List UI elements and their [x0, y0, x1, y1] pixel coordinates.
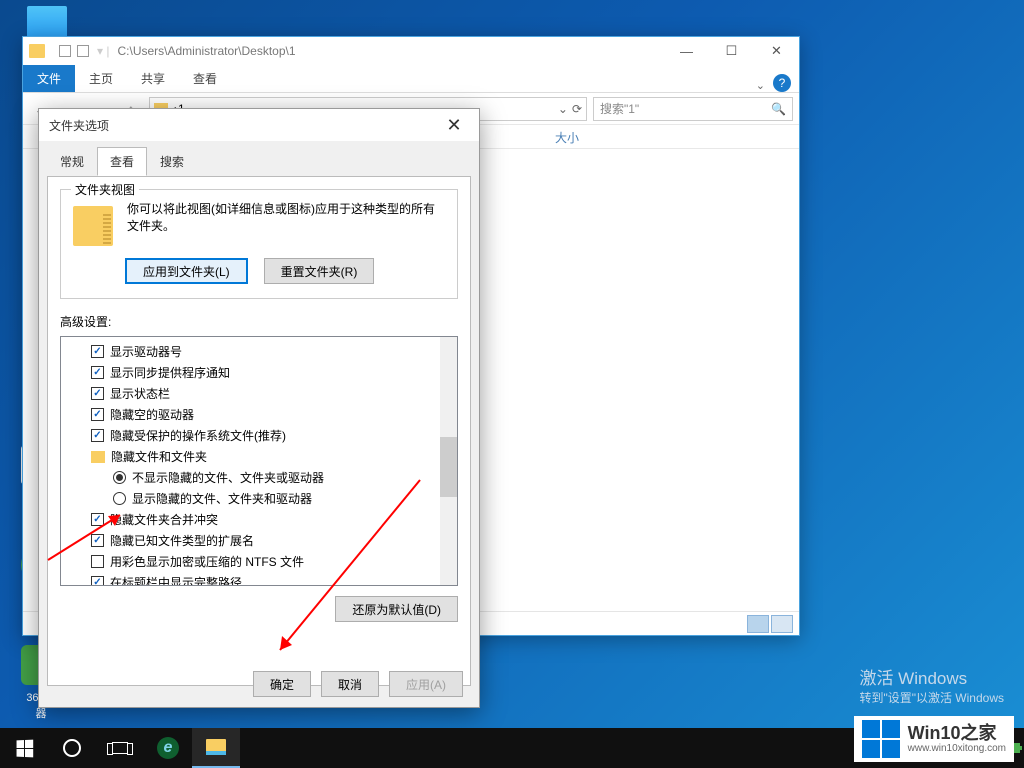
tab-search[interactable]: 搜索 [147, 147, 197, 176]
close-button[interactable]: ✕ [754, 37, 799, 65]
folder-icon [73, 206, 113, 246]
checkbox[interactable] [91, 345, 104, 358]
minimize-button[interactable]: — [664, 37, 709, 65]
dialog-titlebar[interactable]: 文件夹选项 ✕ [39, 109, 479, 141]
tab-share[interactable]: 共享 [127, 65, 179, 92]
site-logo-badge: Win10之家 www.win10xitong.com [854, 716, 1014, 762]
tab-general[interactable]: 常规 [47, 147, 97, 176]
tab-home[interactable]: 主页 [75, 65, 127, 92]
col-size: 大小 [547, 125, 799, 148]
scroll-thumb[interactable] [440, 437, 457, 497]
search-input[interactable]: 搜索"1" 🔍 [593, 97, 793, 121]
advanced-settings-list[interactable]: 显示驱动器号 显示同步提供程序通知 显示状态栏 隐藏空的驱动器 隐藏受保护的操作… [60, 336, 458, 586]
folder-options-dialog: 文件夹选项 ✕ 常规 查看 搜索 文件夹视图 你可以将此视图(如详细信息或图标)… [38, 108, 480, 708]
ribbon-tabs: 文件 主页 共享 查看 ⌄ ? [23, 65, 799, 93]
close-icon[interactable]: ✕ [439, 113, 469, 137]
checkbox[interactable] [91, 555, 104, 568]
checkbox[interactable] [91, 576, 104, 586]
reset-folders-button[interactable]: 重置文件夹(R) [264, 258, 375, 284]
checkbox[interactable] [91, 534, 104, 547]
view-details-button[interactable] [747, 615, 769, 633]
ribbon-expand-icon[interactable]: ⌄ [756, 79, 765, 92]
windows-activation-watermark: 激活 Windows 转到"设置"以激活 Windows [859, 664, 1004, 706]
checkbox[interactable] [91, 387, 104, 400]
checkbox[interactable] [91, 429, 104, 442]
taskview-button[interactable] [96, 728, 144, 768]
cortana-button[interactable] [48, 728, 96, 768]
group-legend: 文件夹视图 [71, 181, 139, 198]
search-icon: 🔍 [771, 102, 786, 116]
apply-to-folders-button[interactable]: 应用到文件夹(L) [125, 258, 248, 284]
refresh-icon[interactable]: ⟳ [572, 102, 582, 116]
checkbox[interactable] [91, 513, 104, 526]
qat-btn[interactable] [77, 45, 89, 57]
tab-view[interactable]: 查看 [97, 147, 147, 176]
ok-button[interactable]: 确定 [253, 671, 311, 697]
radio[interactable] [113, 492, 126, 505]
titlebar[interactable]: ▾ | C:\Users\Administrator\Desktop\1 — ☐… [23, 37, 799, 65]
cancel-button[interactable]: 取消 [321, 671, 379, 697]
folder-icon [29, 44, 45, 58]
advanced-settings-label: 高级设置: [60, 313, 458, 330]
tab-file[interactable]: 文件 [23, 65, 75, 92]
start-button[interactable] [0, 728, 48, 768]
maximize-button[interactable]: ☐ [709, 37, 754, 65]
dialog-title: 文件夹选项 [49, 117, 109, 134]
apply-button: 应用(A) [389, 671, 463, 697]
tab-view[interactable]: 查看 [179, 65, 231, 92]
help-icon[interactable]: ? [773, 74, 791, 92]
radio[interactable] [113, 471, 126, 484]
folder-views-group: 文件夹视图 你可以将此视图(如详细信息或图标)应用于这种类型的所有文件夹。 应用… [60, 189, 458, 299]
window-path: C:\Users\Administrator\Desktop\1 [117, 44, 295, 58]
folder-icon [91, 451, 105, 463]
checkbox[interactable] [91, 366, 104, 379]
qat-btn[interactable] [59, 45, 71, 57]
restore-defaults-button[interactable]: 还原为默认值(D) [335, 596, 458, 622]
explorer-taskbar-button[interactable] [192, 728, 240, 768]
checkbox[interactable] [91, 408, 104, 421]
view-large-button[interactable] [771, 615, 793, 633]
group-description: 你可以将此视图(如详细信息或图标)应用于这种类型的所有文件夹。 [127, 200, 445, 234]
edge-button[interactable]: e [144, 728, 192, 768]
